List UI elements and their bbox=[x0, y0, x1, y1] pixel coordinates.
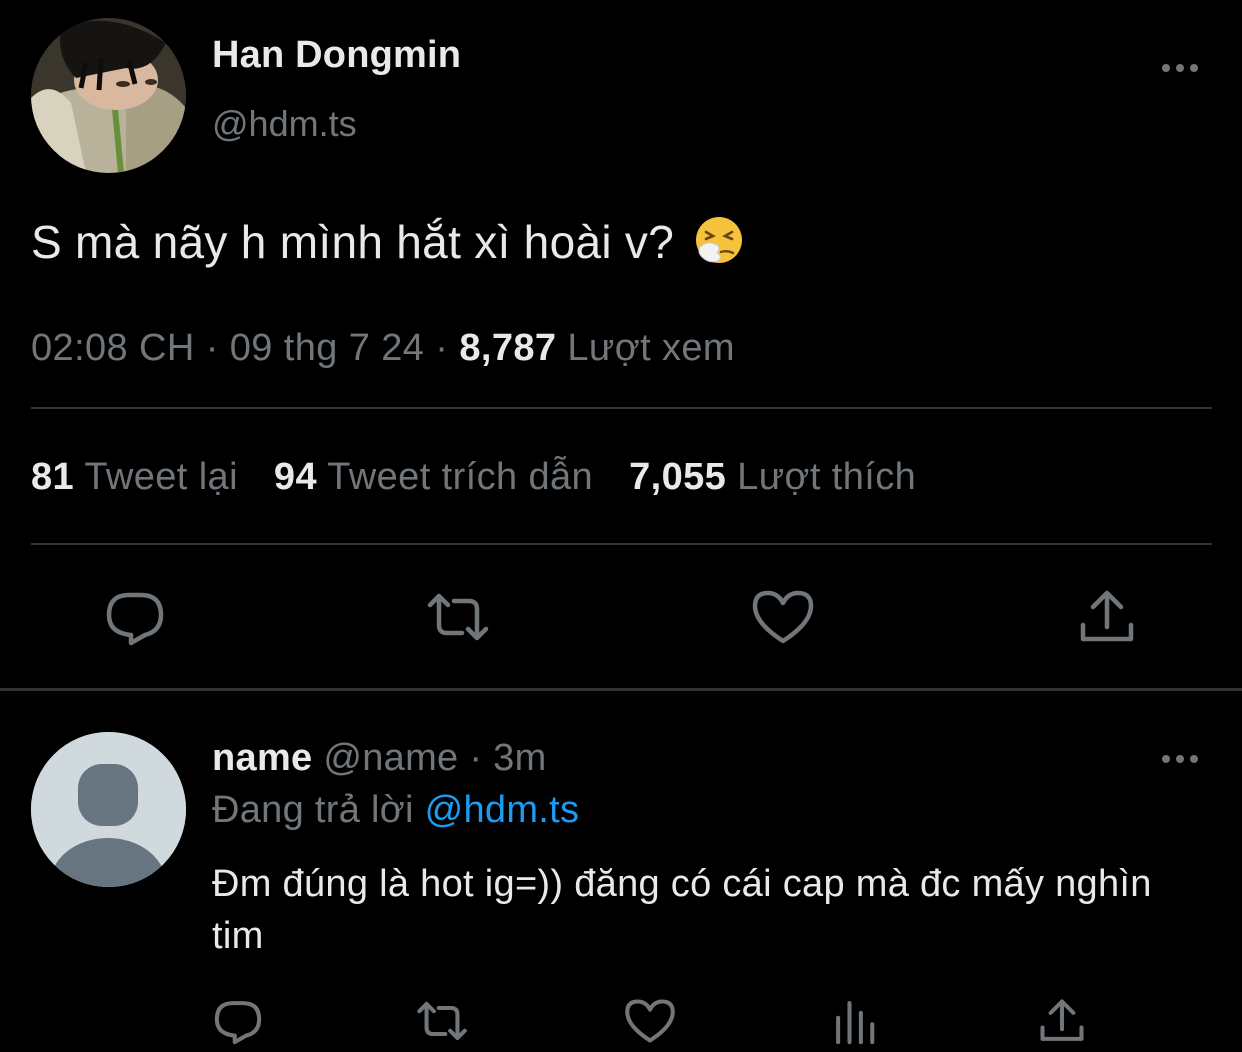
quotes-stat[interactable]: 94 Tweet trích dẫn bbox=[274, 456, 593, 498]
quotes-count: 94 bbox=[273, 456, 317, 498]
tweet-text: S mà nãy h mình hắt xì hoài v? bbox=[31, 214, 745, 269]
like-icon[interactable] bbox=[624, 995, 676, 1047]
views-count: 8,787 bbox=[459, 327, 557, 369]
likes-label: Lượt thích bbox=[737, 456, 917, 498]
sneezing-face-emoji-icon bbox=[693, 214, 745, 266]
likes-stat[interactable]: 7,055 Lượt thích bbox=[629, 456, 916, 498]
author-display-name[interactable]: Han Dongmin bbox=[212, 34, 461, 77]
likes-count: 7,055 bbox=[629, 456, 727, 498]
reply-more-options-icon[interactable] bbox=[1158, 744, 1202, 774]
analytics-icon[interactable] bbox=[830, 995, 882, 1047]
reply-separator: · bbox=[469, 737, 483, 779]
tweet-date[interactable]: 09 thg 7 24 bbox=[230, 327, 425, 369]
like-icon[interactable] bbox=[751, 585, 815, 649]
divider bbox=[31, 543, 1212, 545]
meta-separator: · bbox=[435, 327, 449, 369]
meta-separator: · bbox=[205, 327, 219, 369]
retweet-icon[interactable] bbox=[426, 585, 490, 649]
retweets-label: Tweet lại bbox=[84, 456, 238, 498]
author-avatar[interactable] bbox=[31, 18, 186, 173]
author-handle[interactable]: @hdm.ts bbox=[212, 103, 357, 145]
default-avatar-icon bbox=[31, 732, 186, 887]
share-icon[interactable] bbox=[1075, 585, 1139, 649]
reply-icon[interactable] bbox=[103, 585, 167, 649]
reply-icon[interactable] bbox=[212, 995, 264, 1047]
retweets-stat[interactable]: 81 Tweet lại bbox=[31, 456, 238, 498]
profile-photo bbox=[31, 18, 186, 173]
replying-label: Đang trả lời bbox=[212, 789, 414, 831]
reply-handle[interactable]: @name bbox=[323, 737, 458, 779]
reply-avatar[interactable] bbox=[31, 732, 186, 887]
replying-to-mention[interactable]: @hdm.ts bbox=[425, 789, 580, 831]
tweet-meta: 02:08 CH · 09 thg 7 24 · 8,787 Lượt xem bbox=[31, 327, 735, 370]
tweet-text-content: S mà nãy h mình hắt xì hoài v? bbox=[31, 216, 675, 268]
retweet-icon[interactable] bbox=[416, 995, 468, 1047]
divider bbox=[31, 407, 1212, 409]
reply-display-name[interactable]: name bbox=[212, 737, 312, 779]
replying-to: Đang trả lời @hdm.ts bbox=[212, 789, 579, 832]
quotes-label: Tweet trích dẫn bbox=[327, 456, 594, 498]
section-divider bbox=[0, 688, 1242, 691]
share-icon[interactable] bbox=[1036, 995, 1088, 1047]
reply-time[interactable]: 3m bbox=[493, 737, 546, 779]
tweet-stats: 81 Tweet lại 94 Tweet trích dẫn 7,055 Lượt… bbox=[31, 456, 916, 499]
reply-header: name @name · 3m bbox=[212, 737, 547, 780]
views-label: Lượt xem bbox=[567, 327, 735, 369]
more-options-icon[interactable] bbox=[1158, 52, 1202, 82]
tweet-time[interactable]: 02:08 CH bbox=[31, 327, 195, 369]
reply-text: Đm đúng là hot ig=)) đăng có cái cap mà … bbox=[212, 863, 1152, 957]
retweets-count: 81 bbox=[31, 456, 75, 498]
